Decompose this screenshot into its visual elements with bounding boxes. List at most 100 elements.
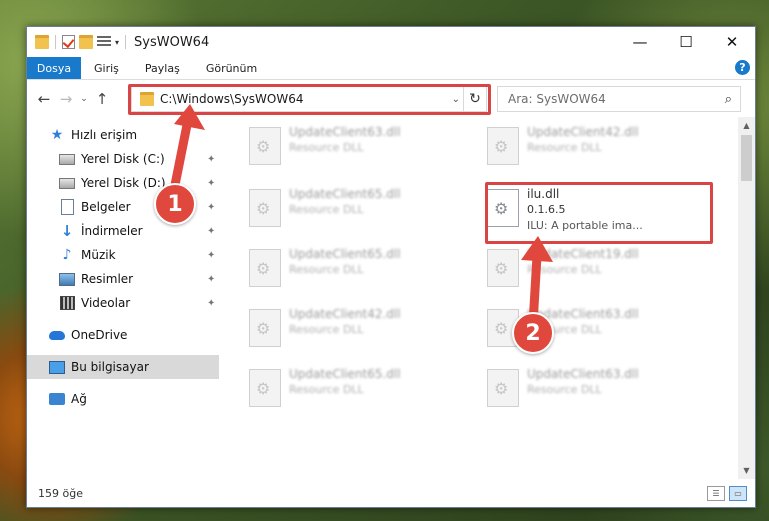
search-input[interactable]: Ara: SysWOW64 (508, 92, 606, 106)
help-icon[interactable]: ? (735, 60, 750, 75)
maximize-button[interactable]: ☐ (663, 27, 709, 57)
sidebar-item-label: Müzik (81, 248, 116, 262)
file-description: Resource DLL (289, 203, 364, 216)
pictures-icon (59, 272, 75, 286)
back-button[interactable]: ← (33, 90, 55, 108)
ribbon-tabs: Dosya Giriş Paylaş Görünüm ? (27, 57, 755, 80)
sidebar-item-label: Belgeler (81, 200, 131, 214)
file-tile[interactable]: UpdateClient65.dll Resource DLL (241, 181, 471, 233)
sidebar-item-videos[interactable]: Videolar ✦ (27, 291, 219, 315)
pin-icon[interactable]: ✦ (207, 250, 215, 261)
sidebar-item-downloads[interactable]: ↓ İndirmeler ✦ (27, 219, 219, 243)
file-name: UpdateClient63.dll (527, 367, 639, 381)
dll-file-icon (249, 369, 281, 407)
file-name: UpdateClient65.dll (289, 187, 401, 201)
details-view-icon[interactable]: ☰ (707, 485, 725, 501)
forward-button[interactable]: → (55, 90, 77, 108)
sidebar-item-label: Ağ (71, 392, 87, 406)
file-name: UpdateClient65.dll (289, 247, 401, 261)
sidebar-item-onedrive[interactable]: OneDrive (27, 323, 219, 347)
title-bar: ▾ SysWOW64 — ☐ ✕ (27, 27, 755, 57)
dll-file-icon (249, 127, 281, 165)
documents-icon (59, 199, 75, 215)
cloud-icon (49, 328, 65, 342)
dll-file-icon (487, 369, 519, 407)
file-description: Resource DLL (527, 383, 602, 396)
search-icon[interactable]: ⌕ (725, 92, 732, 107)
scroll-up-arrow-icon[interactable]: ▲ (738, 117, 755, 134)
file-description: Resource DLL (289, 383, 364, 396)
scroll-down-arrow-icon[interactable]: ▼ (738, 462, 755, 479)
file-name: UpdateClient63.dll (289, 125, 401, 139)
download-icon: ↓ (60, 222, 74, 240)
customize-toolbar-dropdown-icon[interactable]: ▾ (115, 38, 119, 47)
sidebar-item-label: Resimler (81, 272, 134, 286)
dll-file-icon (249, 189, 281, 227)
minimize-button[interactable]: — (617, 27, 663, 57)
computer-icon (49, 360, 65, 374)
tab-home[interactable]: Giriş (81, 57, 132, 79)
properties-check-icon[interactable] (62, 35, 75, 49)
file-description: Resource DLL (527, 141, 602, 154)
explorer-body: ★ Hızlı erişim Yerel Disk (C:) ✦ Yerel D… (27, 117, 755, 479)
quick-access-toolbar: ▾ (27, 35, 119, 49)
new-folder-icon[interactable] (79, 35, 93, 49)
file-description: Resource DLL (289, 323, 364, 336)
item-count: 159 öğe (38, 486, 83, 500)
star-icon: ★ (50, 127, 64, 143)
close-button[interactable]: ✕ (709, 27, 755, 57)
network-icon (49, 392, 65, 406)
sidebar-item-label: OneDrive (71, 328, 128, 342)
file-tile[interactable]: UpdateClient65.dll Resource DLL (241, 361, 471, 413)
drive-icon (59, 176, 75, 190)
explorer-window: ▾ SysWOW64 — ☐ ✕ Dosya Giriş Paylaş Görü… (26, 26, 756, 508)
drive-icon (59, 152, 75, 166)
file-tile[interactable]: UpdateClient42.dll Resource DLL (241, 301, 471, 353)
pin-icon[interactable]: ✦ (207, 226, 215, 237)
file-name: UpdateClient65.dll (289, 367, 401, 381)
properties-icon[interactable] (97, 36, 111, 48)
navigation-bar: ← → ⌄ ↑ C:\Windows\SysWOW64 ⌄ ↻ Ara: Sys… (27, 80, 755, 118)
videos-icon (59, 296, 75, 310)
toolbar-divider (55, 35, 56, 49)
sidebar-item-network[interactable]: Ağ (27, 387, 219, 411)
window-controls: — ☐ ✕ (617, 27, 755, 57)
up-button[interactable]: ↑ (91, 90, 113, 108)
dll-file-icon (249, 249, 281, 287)
file-name: UpdateClient42.dll (527, 125, 639, 139)
file-tile[interactable]: UpdateClient65.dll Resource DLL (241, 241, 471, 293)
sidebar-item-label: Videolar (81, 296, 131, 310)
folder-icon (35, 35, 49, 49)
scrollbar-thumb[interactable] (741, 135, 752, 181)
step2-badge: 2 (512, 312, 554, 354)
tab-view[interactable]: Görünüm (193, 57, 270, 79)
title-divider (125, 35, 127, 49)
file-list: UpdateClient63.dll Resource DLL UpdateCl… (221, 117, 737, 479)
sidebar-item-this-pc[interactable]: Bu bilgisayar (27, 355, 219, 379)
file-description: Resource DLL (289, 263, 364, 276)
dll-file-icon (487, 127, 519, 165)
music-icon: ♪ (62, 247, 72, 263)
sidebar-item-label: Bu bilgisayar (71, 360, 149, 374)
recent-locations-button[interactable]: ⌄ (77, 94, 91, 104)
tab-share[interactable]: Paylaş (132, 57, 193, 79)
file-name: UpdateClient42.dll (289, 307, 401, 321)
vertical-scrollbar[interactable]: ▲ ▼ (738, 117, 755, 479)
search-box[interactable]: Ara: SysWOW64 ⌕ (497, 86, 741, 112)
tiles-view-icon[interactable]: ▭ (729, 485, 747, 501)
window-title: SysWOW64 (134, 34, 210, 50)
sidebar-item-music[interactable]: ♪ Müzik ✦ (27, 243, 219, 267)
file-tile[interactable]: UpdateClient63.dll Resource DLL (241, 119, 471, 171)
sidebar-item-pictures[interactable]: Resimler ✦ (27, 267, 219, 291)
file-tile[interactable]: UpdateClient63.dll Resource DLL (479, 361, 709, 413)
dll-file-icon (249, 309, 281, 347)
view-switcher: ☰ ▭ (707, 485, 747, 501)
file-description: Resource DLL (289, 141, 364, 154)
tab-file[interactable]: Dosya (27, 57, 81, 79)
pin-icon[interactable]: ✦ (207, 274, 215, 285)
step1-badge: 1 (154, 183, 196, 225)
sidebar-item-label: İndirmeler (81, 224, 143, 238)
pin-icon[interactable]: ✦ (207, 298, 215, 309)
status-bar: 159 öğe ☰ ▭ (27, 479, 755, 507)
file-tile[interactable]: UpdateClient42.dll Resource DLL (479, 119, 709, 171)
